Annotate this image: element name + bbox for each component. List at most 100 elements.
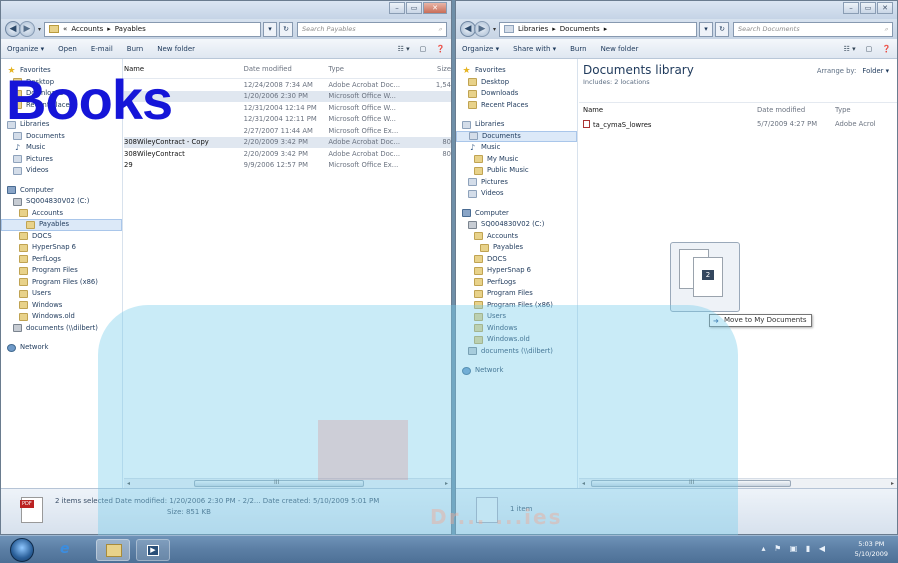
open-button[interactable]: Open — [58, 45, 77, 53]
column-date-modified[interactable]: Date modified — [244, 65, 329, 73]
nav-item-recent-places[interactable]: Recent Places — [456, 100, 577, 112]
nav-item-my-music[interactable]: My Music — [456, 154, 577, 166]
nav-item-windows-old[interactable]: Windows.old — [1, 311, 122, 323]
nav-item-windows[interactable]: Windows — [456, 323, 577, 335]
breadcrumb-libraries[interactable]: Libraries — [518, 25, 548, 33]
search-input[interactable]: Search Documents ⌕ — [733, 21, 893, 37]
breadcrumb-separator[interactable]: ▸ — [604, 25, 608, 33]
title-bar[interactable]: – ▭ ✕ — [1, 1, 451, 19]
nav-item-videos[interactable]: Videos — [1, 165, 122, 177]
nav-item-computer[interactable]: Computer — [456, 208, 577, 220]
nav-item-libraries[interactable]: Libraries — [1, 119, 122, 131]
search-icon[interactable]: ⌕ — [438, 25, 442, 34]
file-row[interactable]: 29 9/9/2006 12:57 PM Microsoft Office Ex..… — [124, 160, 451, 172]
nav-item-public-music[interactable]: Public Music — [456, 165, 577, 177]
minimize-button[interactable]: – — [843, 2, 859, 14]
preview-pane-icon[interactable]: ▢ — [420, 45, 427, 53]
address-dropdown-button[interactable]: ▾ — [263, 21, 277, 37]
nav-item-windows[interactable]: Windows — [1, 300, 122, 312]
organize-button[interactable]: Organize ▾ — [7, 45, 44, 53]
nav-item-documents[interactable]: Documents — [456, 130, 577, 142]
file-row[interactable]: 12/24/2008 7:34 AM Adobe Acrobat Doc... 1,… — [124, 79, 451, 91]
nav-item-desktop[interactable]: Desktop — [1, 77, 122, 89]
nav-item-perflogs[interactable]: PerfLogs — [1, 254, 122, 266]
help-icon[interactable]: ❓ — [436, 45, 445, 53]
nav-item-libraries[interactable]: Libraries — [456, 119, 577, 131]
nav-item-program-files[interactable]: Program Files — [456, 288, 577, 300]
nav-item-program-files[interactable]: Program Files — [1, 265, 122, 277]
address-field[interactable]: Libraries ▸ Documents ▸ — [499, 21, 697, 37]
email-button[interactable]: E-mail — [91, 45, 113, 53]
search-input[interactable]: Search Payables ⌕ — [297, 21, 447, 37]
nav-item-pictures[interactable]: Pictures — [456, 177, 577, 189]
refresh-button[interactable]: ↻ — [715, 21, 729, 37]
address-field[interactable]: « Accounts ▸ Payables — [44, 21, 261, 37]
nav-item-program-files-x86[interactable]: Program Files (x86) — [1, 277, 122, 289]
nav-item-documents-dilbert[interactable]: documents (\\dilbert) — [456, 346, 577, 358]
maximize-button[interactable]: ▭ — [860, 2, 876, 14]
file-row[interactable]: 308WileyContract 2/20/2009 3:42 PM Adobe A… — [124, 148, 451, 160]
nav-item-downloads[interactable]: Downloads — [1, 88, 122, 100]
nav-item-users[interactable]: Users — [456, 311, 577, 323]
nav-item-perflogs[interactable]: PerfLogs — [456, 277, 577, 289]
file-row[interactable]: ta_cymaS_lowres 5/7/2009 4:27 PM Adobe A… — [579, 117, 897, 131]
address-dropdown-button[interactable]: ▾ — [699, 21, 713, 37]
burn-button[interactable]: Burn — [570, 45, 586, 53]
views-icon[interactable]: ☷ ▾ — [844, 45, 856, 53]
nav-item-accounts[interactable]: Accounts — [1, 208, 122, 220]
nav-item-downloads[interactable]: Downloads — [456, 88, 577, 100]
new-folder-button[interactable]: New folder — [157, 45, 195, 53]
maximize-button[interactable]: ▭ — [406, 2, 422, 14]
close-button[interactable]: ✕ — [877, 2, 893, 14]
organize-button[interactable]: Organize ▾ — [462, 45, 499, 53]
preview-pane-icon[interactable]: ▢ — [866, 45, 873, 53]
nav-item-network[interactable]: Network — [1, 342, 122, 354]
nav-item-hypersnap-6[interactable]: HyperSnap 6 — [456, 265, 577, 277]
nav-item-videos[interactable]: Videos — [456, 188, 577, 200]
notification-area[interactable]: ▴ ⚑ ▣ ▮ ◀ — [762, 544, 828, 553]
breadcrumb-payables[interactable]: Payables — [115, 25, 146, 33]
forward-button[interactable]: ▶ — [19, 21, 35, 37]
refresh-button[interactable]: ↻ — [279, 21, 293, 37]
file-row[interactable]: 2/27/2007 11:44 AM Microsoft Office Ex... — [124, 125, 451, 137]
taskbar-media-player[interactable]: ▶ — [136, 539, 170, 561]
nav-item-desktop[interactable]: Desktop — [456, 77, 577, 89]
nav-item-payables[interactable]: Payables — [1, 219, 122, 231]
nav-item-documents[interactable]: Documents — [1, 131, 122, 143]
nav-item-recent-places[interactable]: Recent Places — [1, 100, 122, 112]
start-button[interactable] — [10, 538, 34, 562]
nav-item-sq004830v02-c[interactable]: SQ004830V02 (C:) — [456, 219, 577, 231]
burn-button[interactable]: Burn — [127, 45, 143, 53]
file-row[interactable]: 308WileyContract - Copy 2/20/2009 3:42 PM… — [124, 136, 451, 148]
column-type[interactable]: Type — [835, 106, 875, 114]
nav-item-windows-old[interactable]: Windows.old — [456, 334, 577, 346]
horizontal-scrollbar[interactable]: ◂ III ▸ — [579, 478, 897, 488]
nav-item-hypersnap-6[interactable]: HyperSnap 6 — [1, 242, 122, 254]
column-date-modified[interactable]: Date modified — [757, 106, 835, 114]
file-row[interactable]: 12/31/2004 12:11 PM Microsoft Office W... — [124, 114, 451, 126]
nav-item-music[interactable]: ♪ Music — [456, 142, 577, 154]
breadcrumb-separator[interactable]: ▸ — [552, 25, 556, 33]
nav-item-sq004830v02-c[interactable]: SQ004830V02 (C:) — [1, 196, 122, 208]
column-size[interactable]: Size — [423, 65, 451, 73]
forward-button[interactable]: ▶ — [474, 21, 490, 37]
nav-item-program-files-x86[interactable]: Program Files (x86) — [456, 300, 577, 312]
recent-pages-dropdown[interactable]: ▾ — [38, 26, 41, 33]
taskbar-windows-explorer[interactable] — [96, 539, 130, 561]
breadcrumb-accounts[interactable]: Accounts — [71, 25, 103, 33]
file-row[interactable]: 12/31/2004 12:14 PM Microsoft Office W... — [124, 102, 451, 114]
column-type[interactable]: Type — [328, 65, 423, 73]
nav-item-payables[interactable]: Payables — [456, 242, 577, 254]
nav-item-computer[interactable]: Computer — [1, 185, 122, 197]
file-row[interactable]: 1/20/2006 2:30 PM Microsoft Office W... — [124, 90, 451, 102]
minimize-button[interactable]: – — [389, 2, 405, 14]
nav-item-docs[interactable]: DOCS — [456, 254, 577, 266]
breadcrumb-overflow[interactable]: « — [63, 25, 67, 33]
column-name[interactable]: Name — [124, 65, 244, 73]
nav-item-documents-dilbert[interactable]: documents (\\dilbert) — [1, 323, 122, 335]
arrange-by-dropdown[interactable]: Folder ▾ — [862, 67, 889, 75]
breadcrumb-separator[interactable]: ▸ — [107, 25, 111, 33]
nav-item-music[interactable]: ♪ Music — [1, 142, 122, 154]
search-icon[interactable]: ⌕ — [884, 25, 888, 34]
column-name[interactable]: Name — [579, 106, 757, 114]
